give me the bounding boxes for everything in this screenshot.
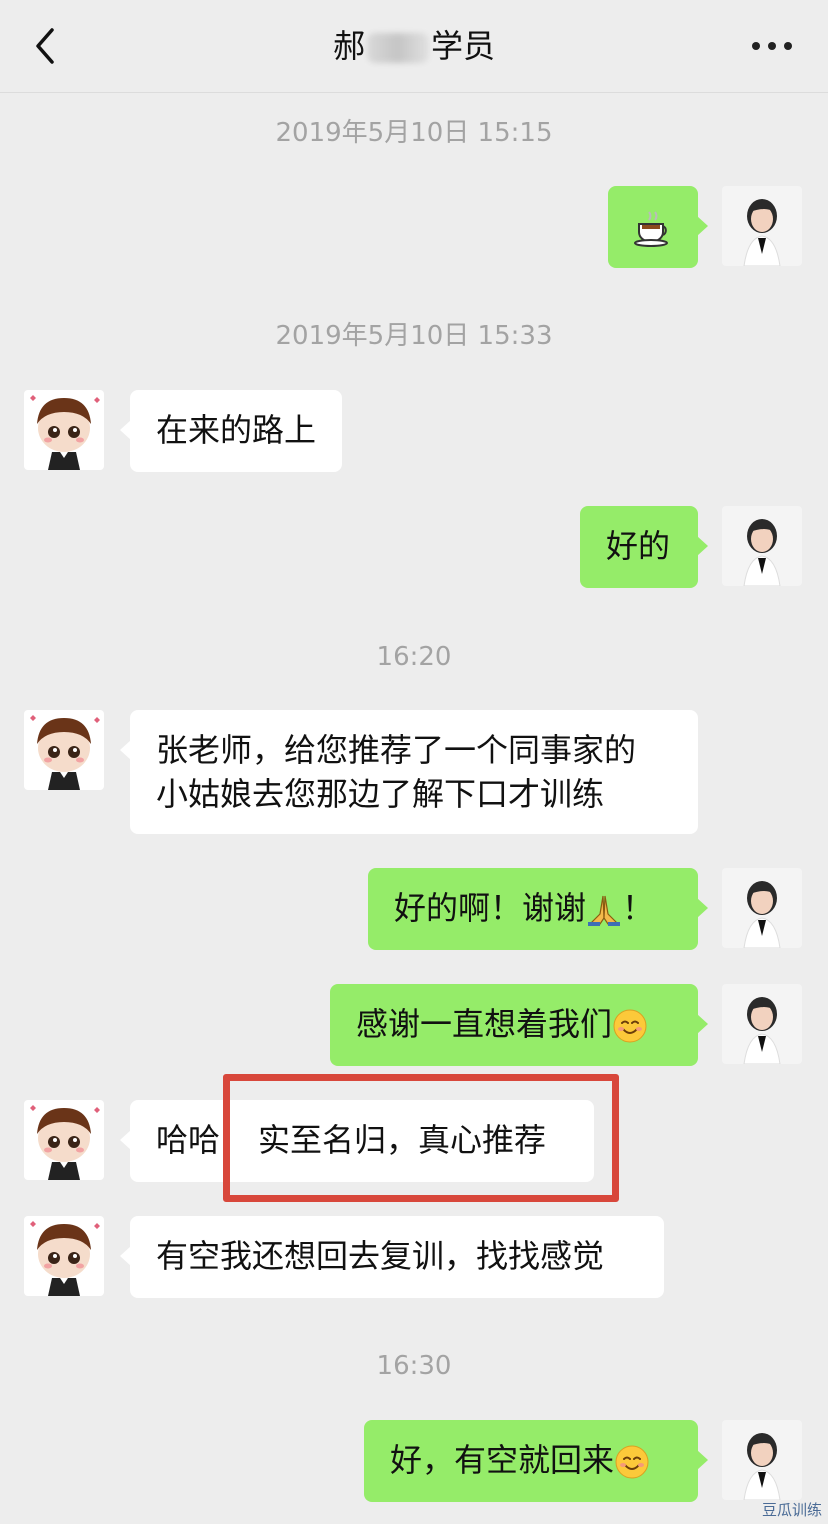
folded-hands-emoji	[588, 895, 621, 926]
message-text: 哈哈	[156, 1121, 221, 1159]
cartoon-boy-avatar-icon	[24, 1216, 104, 1296]
avatar-student[interactable]	[24, 710, 104, 790]
timestamp: 16:30	[376, 1351, 452, 1381]
avatar-student[interactable]	[24, 390, 104, 470]
highlight-annotation-box	[223, 1074, 619, 1202]
watermark: 豆瓜训练	[761, 1501, 822, 1519]
message-text: 感谢一直想着我们	[356, 1005, 613, 1043]
message-text: 好，有空就回来	[390, 1441, 615, 1479]
chat-title-prefix: 郝	[332, 27, 365, 65]
teacher-portrait-icon	[722, 984, 802, 1064]
timestamp: 2019年5月10日 15:15	[275, 118, 553, 148]
smiling-face-emoji	[613, 1009, 647, 1043]
redacted-name-blur	[367, 33, 429, 63]
teacher-portrait-icon	[722, 868, 802, 948]
chat-title: 郝 学员	[0, 22, 828, 70]
more-dots-icon[interactable]	[750, 38, 794, 54]
message-bubble-outgoing[interactable]: 好的	[580, 506, 708, 588]
message-bubble-outgoing[interactable]	[608, 186, 708, 268]
teacher-portrait-icon	[722, 506, 802, 586]
avatar-teacher[interactable]	[722, 1420, 802, 1500]
avatar-teacher[interactable]	[722, 984, 802, 1064]
timestamp: 2019年5月10日 15:33	[275, 321, 553, 351]
teacher-portrait-icon	[722, 186, 802, 266]
avatar-student[interactable]	[24, 1216, 104, 1296]
avatar-teacher[interactable]	[722, 506, 802, 586]
message-text: 在来的路上	[156, 411, 317, 449]
cartoon-boy-avatar-icon	[24, 710, 104, 790]
message-bubble-incoming[interactable]: 在来的路上	[119, 390, 343, 472]
message-bubble-outgoing[interactable]: 好的啊！谢谢 ！	[368, 868, 708, 950]
message-text: ！	[622, 889, 655, 927]
avatar-teacher[interactable]	[722, 868, 802, 948]
message-bubble-outgoing[interactable]: 感谢一直想着我们	[330, 984, 708, 1066]
message-bubble-incoming[interactable]: 有空我还想回去复训，找找感觉	[120, 1216, 664, 1298]
chat-title-suffix: 学员	[431, 27, 496, 65]
chat-header: 郝 学员	[0, 0, 828, 93]
cartoon-boy-avatar-icon	[24, 1100, 104, 1180]
message-text-line: 张老师，给您推荐了一个同事家的	[156, 731, 637, 769]
message-text: 有空我还想回去复训，找找感觉	[156, 1237, 605, 1275]
teacher-portrait-icon	[722, 1420, 802, 1500]
message-text-line: 小姑娘去您那边了解下口才训练	[156, 775, 605, 813]
tea-cup-emoji	[634, 211, 668, 247]
avatar-student[interactable]	[24, 1100, 104, 1180]
smiling-face-emoji	[615, 1445, 649, 1479]
timestamp: 16:20	[376, 642, 452, 672]
message-text: 好的啊！谢谢	[394, 889, 587, 927]
message-text: 好的	[606, 527, 671, 565]
cartoon-boy-avatar-icon	[24, 390, 104, 470]
avatar-teacher[interactable]	[722, 186, 802, 266]
message-bubble-outgoing[interactable]: 好，有空就回来	[364, 1420, 708, 1502]
message-bubble-incoming[interactable]: 张老师，给您推荐了一个同事家的 小姑娘去您那边了解下口才训练	[120, 710, 698, 834]
